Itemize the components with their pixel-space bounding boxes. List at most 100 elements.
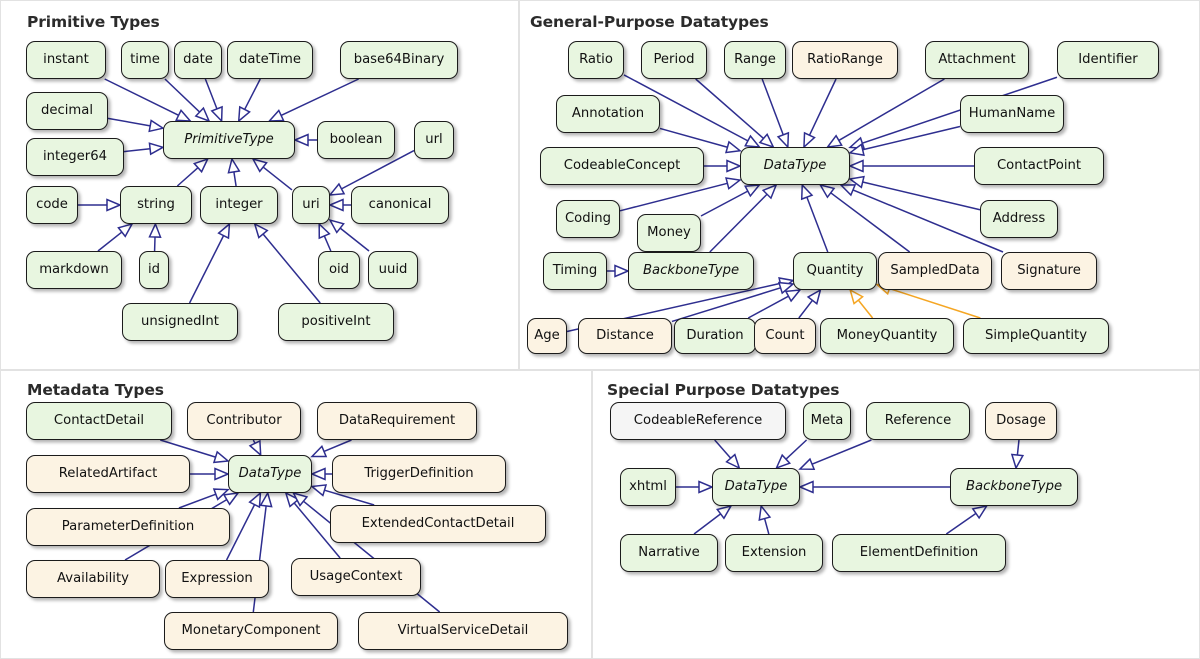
class-node-Ratio[interactable]: Ratio xyxy=(568,41,624,79)
class-node-label: url xyxy=(425,132,443,148)
class-node-DataRequirement[interactable]: DataRequirement xyxy=(317,402,477,440)
class-node-label: Count xyxy=(765,328,805,344)
class-node-RatioRange[interactable]: RatioRange xyxy=(792,41,898,79)
class-node-label: BackboneType xyxy=(965,479,1063,495)
class-node-label: date xyxy=(183,52,213,68)
class-node-MonetaryComponent[interactable]: MonetaryComponent xyxy=(164,612,338,650)
class-node-ExtendedContactDetail[interactable]: ExtendedContactDetail xyxy=(330,505,546,543)
class-node-Identifier[interactable]: Identifier xyxy=(1057,41,1159,79)
class-node-label: Address xyxy=(992,211,1046,227)
class-node-dateTime[interactable]: dateTime xyxy=(227,41,313,79)
class-node-BackboneTypeSP[interactable]: BackboneType xyxy=(950,468,1078,506)
class-node-label: Availability xyxy=(57,571,129,587)
class-node-label: integer64 xyxy=(43,149,107,165)
class-node-Narrative[interactable]: Narrative xyxy=(620,534,718,572)
class-node-Duration[interactable]: Duration xyxy=(674,318,756,354)
class-node-label: DataType xyxy=(238,466,302,482)
class-node-label: markdown xyxy=(39,262,109,278)
class-node-label: Distance xyxy=(596,328,654,344)
class-node-label: Money xyxy=(647,225,691,241)
class-node-base64Binary[interactable]: base64Binary xyxy=(340,41,458,79)
class-node-unsignedInt[interactable]: unsignedInt xyxy=(122,303,238,341)
class-node-Availability[interactable]: Availability xyxy=(26,560,160,598)
class-node-time[interactable]: time xyxy=(121,41,169,79)
class-node-Timing[interactable]: Timing xyxy=(543,252,607,290)
class-node-DataTypeGP[interactable]: DataType xyxy=(740,147,850,185)
class-node-label: canonical xyxy=(368,197,432,213)
class-node-decimal[interactable]: decimal xyxy=(26,92,108,130)
class-node-RelatedArtifact[interactable]: RelatedArtifact xyxy=(26,455,190,493)
class-node-label: Duration xyxy=(686,328,744,344)
class-node-Money[interactable]: Money xyxy=(637,214,701,252)
class-node-ParameterDefinition[interactable]: ParameterDefinition xyxy=(26,508,230,546)
class-node-VirtualServiceDetail[interactable]: VirtualServiceDetail xyxy=(358,612,568,650)
class-node-SimpleQuantity[interactable]: SimpleQuantity xyxy=(963,318,1109,354)
class-node-Extension[interactable]: Extension xyxy=(725,534,823,572)
class-node-uri[interactable]: uri xyxy=(292,186,330,224)
class-node-Meta[interactable]: Meta xyxy=(803,402,851,440)
class-node-label: Age xyxy=(534,328,560,344)
class-node-uuid[interactable]: uuid xyxy=(368,251,418,289)
class-node-ContactPoint[interactable]: ContactPoint xyxy=(974,147,1104,185)
class-node-string[interactable]: string xyxy=(120,186,192,224)
class-node-label: CodeableReference xyxy=(633,413,763,429)
class-node-label: PrimitiveType xyxy=(184,132,274,148)
class-node-oid[interactable]: oid xyxy=(318,251,360,289)
class-node-label: VirtualServiceDetail xyxy=(397,623,529,639)
class-node-Dosage[interactable]: Dosage xyxy=(985,402,1057,440)
class-node-label: uuid xyxy=(378,262,408,278)
class-node-label: RelatedArtifact xyxy=(58,466,158,482)
class-node-CodeableReference[interactable]: CodeableReference xyxy=(610,402,786,440)
class-node-Distance[interactable]: Distance xyxy=(578,318,672,354)
class-node-date[interactable]: date xyxy=(174,41,222,79)
class-node-instant[interactable]: instant xyxy=(26,41,106,79)
class-node-label: Quantity xyxy=(806,263,864,279)
class-node-Count[interactable]: Count xyxy=(754,318,816,354)
class-node-ElementDefinition[interactable]: ElementDefinition xyxy=(832,534,1006,572)
class-node-DataTypeMD[interactable]: DataType xyxy=(228,455,312,493)
class-node-canonical[interactable]: canonical xyxy=(351,186,449,224)
class-node-positiveInt[interactable]: positiveInt xyxy=(278,303,394,341)
class-node-MoneyQuantity[interactable]: MoneyQuantity xyxy=(820,318,954,354)
class-node-TriggerDefinition[interactable]: TriggerDefinition xyxy=(332,455,506,493)
class-node-url[interactable]: url xyxy=(414,121,454,159)
class-node-Range[interactable]: Range xyxy=(724,41,786,79)
class-node-Period[interactable]: Period xyxy=(641,41,707,79)
class-node-Signature[interactable]: Signature xyxy=(1001,252,1097,290)
class-node-integer[interactable]: integer xyxy=(200,186,278,224)
class-node-label: UsageContext xyxy=(309,569,403,585)
class-node-Address[interactable]: Address xyxy=(980,200,1058,238)
class-node-integer64[interactable]: integer64 xyxy=(26,138,124,176)
class-node-PrimitiveType[interactable]: PrimitiveType xyxy=(163,121,295,159)
class-node-label: DataType xyxy=(724,479,788,495)
class-node-label: uri xyxy=(302,197,320,213)
class-node-BackboneTypeGP[interactable]: BackboneType xyxy=(628,252,754,290)
class-node-ContactDetail[interactable]: ContactDetail xyxy=(26,402,172,440)
class-node-label: Annotation xyxy=(571,106,645,122)
class-node-HumanName[interactable]: HumanName xyxy=(960,95,1064,133)
class-node-Annotation[interactable]: Annotation xyxy=(556,95,660,133)
class-node-UsageContext[interactable]: UsageContext xyxy=(291,558,421,596)
class-node-code[interactable]: code xyxy=(26,186,78,224)
class-node-Quantity[interactable]: Quantity xyxy=(793,252,877,290)
class-node-label: Contributor xyxy=(206,413,282,429)
class-node-Expression[interactable]: Expression xyxy=(165,560,269,598)
class-node-Reference[interactable]: Reference xyxy=(866,402,970,440)
class-node-id[interactable]: id xyxy=(139,251,169,289)
class-node-label: BackboneType xyxy=(642,263,740,279)
class-node-Contributor[interactable]: Contributor xyxy=(187,402,301,440)
class-node-label: id xyxy=(147,262,161,278)
class-node-SampledData[interactable]: SampledData xyxy=(878,252,992,290)
class-node-Age[interactable]: Age xyxy=(527,318,567,354)
class-node-boolean[interactable]: boolean xyxy=(317,121,395,159)
class-node-label: RatioRange xyxy=(807,52,883,68)
class-node-markdown[interactable]: markdown xyxy=(26,251,122,289)
class-node-label: decimal xyxy=(41,103,93,119)
class-node-CodeableConcept[interactable]: CodeableConcept xyxy=(540,147,704,185)
class-node-label: string xyxy=(137,197,175,213)
class-node-label: Timing xyxy=(552,263,598,279)
class-node-xhtml[interactable]: xhtml xyxy=(620,468,676,506)
class-node-Attachment[interactable]: Attachment xyxy=(925,41,1029,79)
class-node-DataTypeSP[interactable]: DataType xyxy=(712,468,800,506)
class-node-Coding[interactable]: Coding xyxy=(556,200,620,238)
